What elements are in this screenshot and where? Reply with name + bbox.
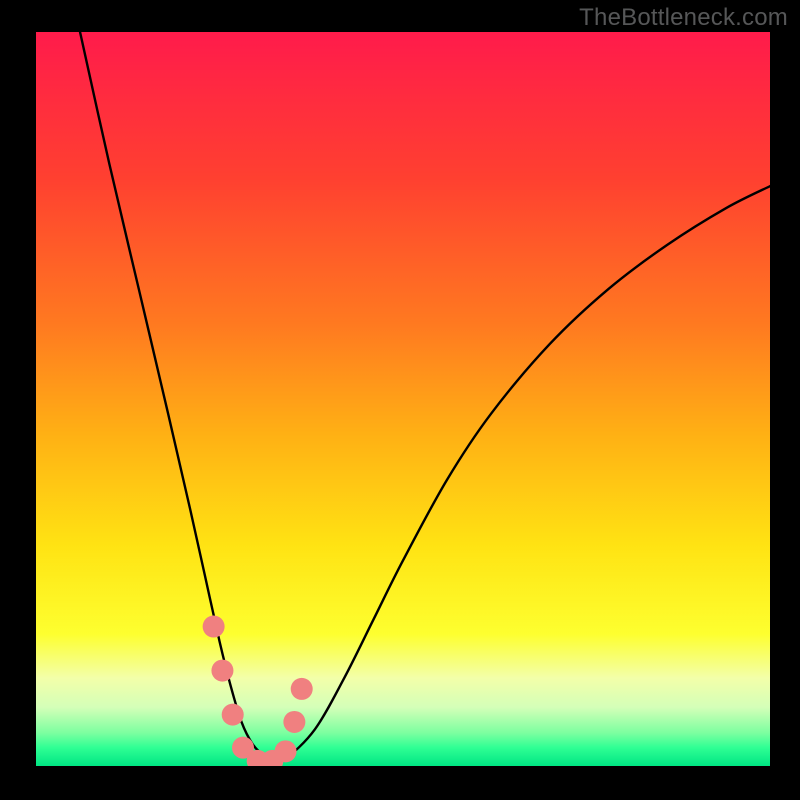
bottleneck-chart (0, 0, 800, 800)
chart-frame: { "watermark": "TheBottleneck.com", "cha… (0, 0, 800, 800)
marker-dot (203, 616, 225, 638)
marker-dot (275, 740, 297, 762)
marker-dot (222, 704, 244, 726)
watermark-text: TheBottleneck.com (579, 4, 788, 32)
marker-dot (283, 711, 305, 733)
marker-dot (211, 660, 233, 682)
marker-dot (291, 678, 313, 700)
gradient-background (36, 32, 770, 766)
